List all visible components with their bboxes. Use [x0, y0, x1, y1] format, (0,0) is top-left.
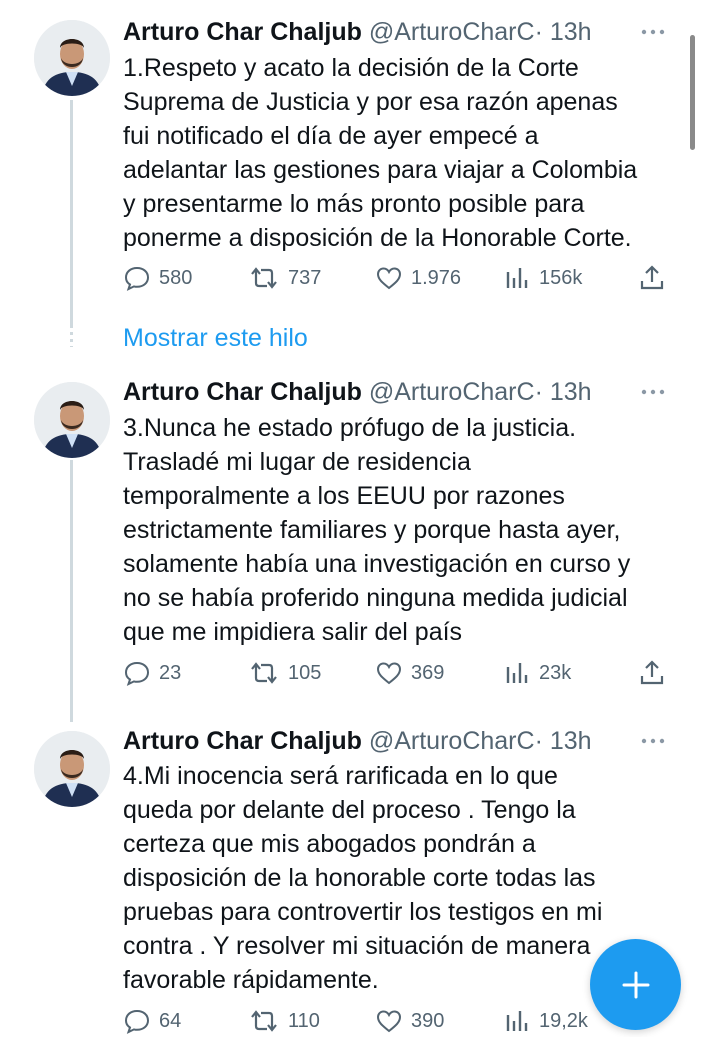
reply-button[interactable]: 64	[123, 1005, 181, 1037]
tweet-text-line: temporalmente a los EEUU por razones	[123, 482, 565, 510]
tweet-actions: 580 737 1.976 156k	[123, 262, 668, 294]
tweet-text: 3.Nunca he estado prófugo de la justicia…	[123, 411, 663, 649]
compose-button[interactable]	[590, 939, 681, 1030]
tweet-text-line: ponerme a disposición de la Honorable Co…	[123, 224, 632, 252]
tweet-text-line: solamente había una investigación en cur…	[123, 550, 631, 578]
scrollbar[interactable]	[690, 35, 695, 150]
tweet[interactable]: Arturo Char Chaljub @ArturoCharC· 13h 1.…	[0, 16, 701, 316]
tweet-text-line: Suprema de Justicia y por esa razón apen…	[123, 88, 618, 116]
tweet-text-line: 4.Mi inocencia será rarificada en lo que	[123, 762, 558, 790]
views-button[interactable]: 23k	[505, 657, 571, 689]
tweet-actions: 23 105 369 23k	[123, 657, 668, 689]
author-handle[interactable]: @ArturoCharC	[369, 18, 535, 46]
share-icon	[640, 660, 664, 685]
tweet-text-line: estrictamente familiares y porque hasta …	[123, 516, 621, 544]
author-name[interactable]: Arturo Char Chaljub	[123, 727, 362, 755]
tweet-text-line: certeza que mis abogados pondrán a	[123, 830, 536, 858]
tweet-text-line: adelantar las gestiones para viajar a Co…	[123, 156, 638, 184]
views-button[interactable]: 156k	[505, 262, 582, 294]
retweet-button[interactable]: 110	[248, 1005, 320, 1037]
compose-plus-icon	[622, 971, 649, 998]
views-button[interactable]: 19,2k	[505, 1005, 588, 1037]
like-count: 390	[411, 1009, 445, 1032]
like-icon	[376, 1010, 402, 1033]
avatar-image	[34, 731, 110, 807]
retweet-icon	[251, 267, 277, 289]
tweet-text-line: 1.Respeto y acato la decisión de la Cort…	[123, 54, 579, 82]
more-icon[interactable]	[640, 16, 666, 48]
share-button[interactable]	[639, 657, 673, 689]
avatar[interactable]	[34, 382, 110, 458]
tweet-text-line: contra . Y resolver mi situación de mane…	[123, 932, 591, 960]
tweet-text-line: y presentarme lo más pronto posible para	[123, 190, 585, 218]
tweet-time[interactable]: · 13h	[535, 727, 592, 755]
tweet-text-line: Trasladé mi lugar de residencia	[123, 448, 471, 476]
reply-icon	[124, 266, 150, 291]
tweet-header: Arturo Char Chaljub @ArturoCharC· 13h	[123, 376, 592, 408]
retweet-count: 110	[288, 1009, 320, 1032]
retweet-count: 737	[288, 266, 322, 289]
views-count: 19,2k	[539, 1009, 588, 1032]
tweet-text-line: disposición de la honorable corte todas …	[123, 864, 596, 892]
retweet-button[interactable]: 737	[248, 262, 321, 294]
retweet-button[interactable]: 105	[248, 657, 321, 689]
tweet-time[interactable]: · 13h	[535, 18, 592, 46]
tweet-text-line: no se había proferido ninguna medida jud…	[123, 584, 628, 612]
author-name[interactable]: Arturo Char Chaljub	[123, 378, 362, 406]
author-handle[interactable]: @ArturoCharC	[369, 378, 535, 406]
show-thread-link[interactable]: Mostrar este hilo	[123, 322, 308, 354]
tweet-header: Arturo Char Chaljub @ArturoCharC· 13h	[123, 16, 592, 48]
reply-icon	[124, 1009, 150, 1034]
tweet-text-line: queda por delante del proceso . Tengo la	[123, 796, 576, 824]
views-icon	[506, 268, 528, 288]
reply-count: 64	[159, 1009, 182, 1032]
thread-line-dotted	[70, 325, 73, 347]
like-button[interactable]: 1.976	[375, 262, 461, 294]
tweet-header: Arturo Char Chaljub @ArturoCharC· 13h	[123, 725, 592, 757]
avatar[interactable]	[34, 731, 110, 807]
views-count: 23k	[539, 661, 572, 684]
tweet-text-line: 3.Nunca he estado prófugo de la justicia…	[123, 414, 577, 442]
reply-count: 580	[159, 266, 193, 289]
more-icon[interactable]	[640, 376, 666, 408]
retweet-icon	[251, 662, 277, 684]
views-icon	[506, 663, 528, 683]
share-icon	[640, 265, 664, 290]
tweet-text: 4.Mi inocencia será rarificada en lo que…	[123, 759, 663, 997]
tweet-text-line: pruebas para controvertir los testigos e…	[123, 898, 603, 926]
like-icon	[376, 662, 402, 685]
retweet-icon	[251, 1010, 277, 1032]
tweet-actions: 64 110 390 19,2k	[123, 1005, 668, 1037]
like-count: 369	[411, 661, 445, 684]
more-icon[interactable]	[640, 725, 666, 757]
tweet-text-line: favorable rápidamente.	[123, 966, 379, 994]
like-icon	[376, 267, 402, 290]
retweet-count: 105	[288, 661, 322, 684]
tweet-text: 1.Respeto y acato la decisión de la Cort…	[123, 51, 663, 255]
author-name[interactable]: Arturo Char Chaljub	[123, 18, 362, 46]
share-button[interactable]	[639, 262, 673, 294]
avatar-image	[34, 20, 110, 96]
views-icon	[506, 1011, 528, 1031]
like-button[interactable]: 369	[375, 657, 444, 689]
author-handle[interactable]: @ArturoCharC	[369, 727, 535, 755]
avatar[interactable]	[34, 20, 110, 96]
reply-icon	[124, 661, 150, 686]
reply-button[interactable]: 23	[123, 657, 181, 689]
tweet-text-line: fui notificado el día de ayer empecé a	[123, 122, 539, 150]
reply-count: 23	[159, 661, 182, 684]
tweet-text-line: que me impidiera salir del país	[123, 618, 463, 646]
avatar-image	[34, 382, 110, 458]
tweet-time[interactable]: · 13h	[535, 378, 592, 406]
views-count: 156k	[539, 266, 583, 289]
tweet[interactable]: Arturo Char Chaljub @ArturoCharC· 13h 3.…	[0, 376, 701, 696]
like-count: 1.976	[411, 266, 462, 289]
like-button[interactable]: 390	[375, 1005, 444, 1037]
reply-button[interactable]: 580	[123, 262, 192, 294]
